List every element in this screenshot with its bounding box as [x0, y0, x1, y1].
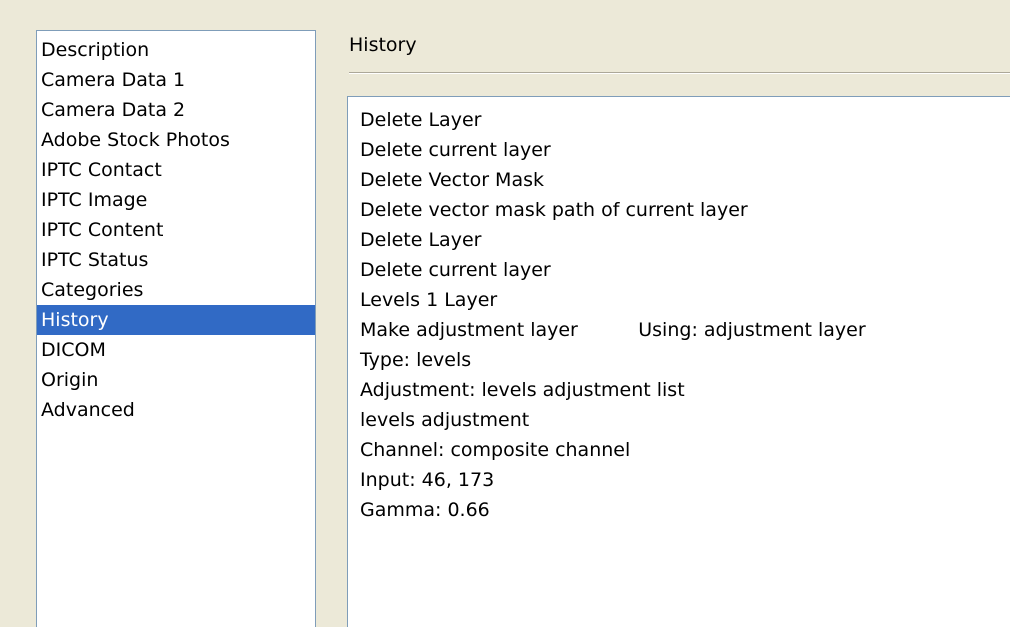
- category-item-iptc-status[interactable]: IPTC Status: [37, 245, 315, 275]
- category-item-origin[interactable]: Origin: [37, 365, 315, 395]
- history-text-area[interactable]: Delete Layer Delete current layer Delete…: [347, 96, 1010, 627]
- history-line: Adjustment: levels adjustment list: [360, 379, 685, 401]
- history-line: Gamma: 0.66: [360, 499, 490, 521]
- history-line: Delete Vector Mask: [360, 169, 544, 191]
- history-line: Levels 1 Layer: [360, 289, 498, 311]
- category-list[interactable]: Description Camera Data 1 Camera Data 2 …: [36, 30, 316, 627]
- category-item-iptc-content[interactable]: IPTC Content: [37, 215, 315, 245]
- category-item-camera-data-1[interactable]: Camera Data 1: [37, 65, 315, 95]
- category-item-iptc-contact[interactable]: IPTC Contact: [37, 155, 315, 185]
- history-line: Make adjustment layer Using: adjustment …: [360, 319, 866, 341]
- category-item-categories[interactable]: Categories: [37, 275, 315, 305]
- panel-title: History: [349, 34, 417, 56]
- history-line: Delete vector mask path of current layer: [360, 199, 748, 221]
- history-line: Delete Layer: [360, 109, 482, 131]
- category-item-dicom[interactable]: DICOM: [37, 335, 315, 365]
- history-line: Delete Layer: [360, 229, 482, 251]
- history-line: Channel: composite channel: [360, 439, 631, 461]
- category-item-history[interactable]: History: [37, 305, 315, 335]
- history-line: Delete current layer: [360, 139, 551, 161]
- file-info-dialog: Description Camera Data 1 Camera Data 2 …: [0, 0, 1010, 627]
- history-line: Delete current layer: [360, 259, 551, 281]
- category-item-iptc-image[interactable]: IPTC Image: [37, 185, 315, 215]
- category-item-adobe-stock-photos[interactable]: Adobe Stock Photos: [37, 125, 315, 155]
- history-line: levels adjustment: [360, 409, 530, 431]
- category-item-description[interactable]: Description: [37, 35, 315, 65]
- history-line: Input: 46, 173: [360, 469, 495, 491]
- category-item-advanced[interactable]: Advanced: [37, 395, 315, 425]
- history-line: Type: levels: [360, 349, 472, 371]
- category-item-camera-data-2[interactable]: Camera Data 2: [37, 95, 315, 125]
- title-separator: [349, 72, 1010, 74]
